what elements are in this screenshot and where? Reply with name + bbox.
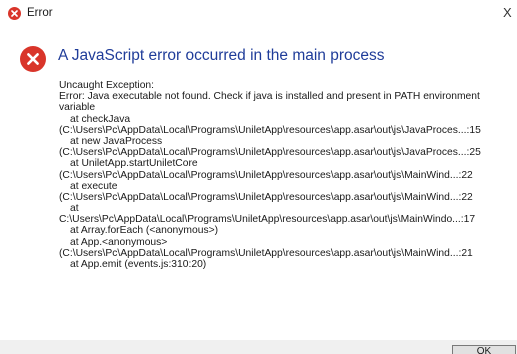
stack-path: (C:\Users\Pc\AppData\Local\Programs\Unil… bbox=[59, 147, 481, 159]
error-icon bbox=[8, 7, 21, 20]
window-title: Error bbox=[27, 7, 53, 19]
stack-frame: at new JavaProcess bbox=[70, 135, 163, 147]
message-line: Error: Java executable not found. Check … bbox=[59, 91, 480, 114]
close-button[interactable]: X bbox=[503, 3, 517, 23]
stack-path: (C:\Users\Pc\AppData\Local\Programs\Unil… bbox=[59, 191, 473, 203]
stack-frame: at bbox=[70, 203, 79, 215]
error-heading: A JavaScript error occurred in the main … bbox=[58, 47, 385, 64]
stack-frame: at Array.forEach (<anonymous>) bbox=[70, 225, 219, 237]
message-line: Uncaught Exception: bbox=[59, 80, 155, 91]
error-icon bbox=[20, 46, 46, 72]
title-bar: Error X bbox=[0, 0, 517, 28]
stack-frame: at checkJava bbox=[70, 113, 131, 125]
error-message: Uncaught Exception: Error: Java executab… bbox=[59, 80, 517, 270]
button-bar bbox=[0, 340, 517, 354]
stack-frame: at execute bbox=[70, 180, 118, 192]
stack-path: (C:\Users\Pc\AppData\Local\Programs\Unil… bbox=[59, 124, 481, 136]
stack-path: (C:\Users\Pc\AppData\Local\Programs\Unil… bbox=[59, 247, 473, 259]
stack-frame: at App.emit (events.js:310:20) bbox=[70, 259, 207, 271]
ok-button[interactable]: OK bbox=[452, 345, 516, 354]
stack-path: C:\Users\Pc\AppData\Local\Programs\Unile… bbox=[59, 214, 476, 226]
stack-path: (C:\Users\Pc\AppData\Local\Programs\Unil… bbox=[59, 169, 473, 181]
stack-frame: at UniletApp.startUniletCore bbox=[70, 158, 198, 170]
stack-frame: at App.<anonymous> bbox=[70, 236, 168, 248]
